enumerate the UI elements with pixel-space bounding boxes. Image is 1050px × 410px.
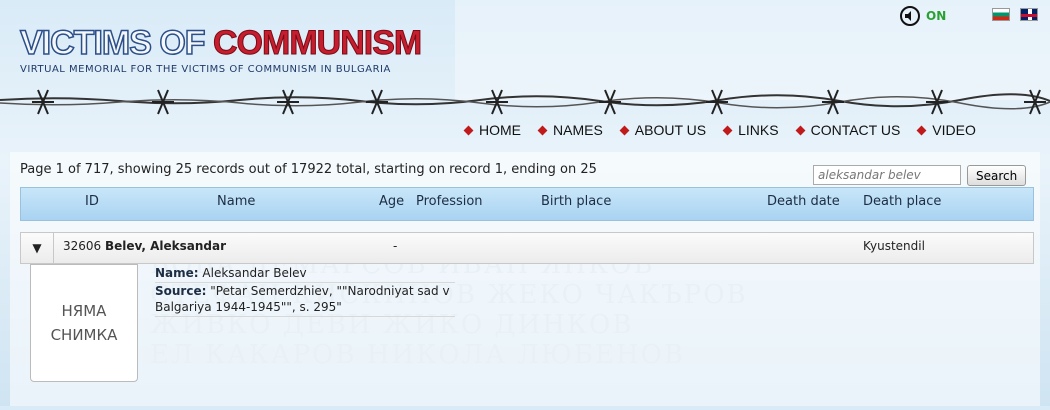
nav-label: ABOUT US — [634, 122, 707, 138]
photo-placeholder-line2: СНИМКА — [50, 326, 118, 344]
nav-contact-us[interactable]: CONTACT US — [795, 122, 901, 138]
table-row[interactable]: ▼ 32606 Belev, Aleksandar - Kyustendil — [20, 232, 1034, 264]
bullet-icon — [537, 125, 548, 135]
column-header-profession[interactable]: Profession — [416, 194, 483, 209]
nav-label: NAMES — [553, 122, 603, 138]
cell-name: Belev, Aleksandar — [105, 239, 227, 253]
main-navigation: HOME NAMES ABOUT US LINKS CONTACT US VID… — [463, 122, 976, 138]
nav-links[interactable]: LINKS — [722, 122, 779, 138]
language-switcher — [992, 8, 1038, 21]
column-header-id[interactable]: ID — [85, 194, 99, 209]
nav-about-us[interactable]: ABOUT US — [619, 122, 707, 138]
sound-toggle[interactable]: ON — [900, 6, 946, 26]
logo-title: VICTIMS OF COMMUNISM — [19, 23, 422, 63]
bullet-icon — [463, 125, 474, 135]
bullet-icon — [722, 125, 733, 135]
nav-video[interactable]: VIDEO — [916, 122, 976, 138]
cell-id: 32606 — [63, 239, 102, 253]
uk-flag-icon[interactable] — [1020, 8, 1038, 21]
column-header-age[interactable]: Age — [379, 194, 404, 209]
table-header: ID Name Age Profession Birth place Death… — [20, 187, 1034, 221]
column-header-name[interactable]: Name — [217, 194, 255, 209]
detail-name-value: Aleksandar Belev — [202, 266, 307, 280]
detail-name-label: Name: — [155, 266, 199, 280]
search-button[interactable]: Search — [967, 165, 1027, 186]
bullet-icon — [916, 125, 927, 135]
search-input[interactable] — [813, 165, 961, 185]
logo-subtitle: VIRTUAL MEMORIAL FOR THE VICTIMS OF COMM… — [20, 64, 391, 75]
bullet-icon — [619, 125, 630, 135]
detail-source-line: Source: "Petar Semerdzhiev, ""Narodniyat… — [155, 283, 455, 317]
cell-age: - — [393, 239, 398, 253]
nav-home[interactable]: HOME — [463, 122, 521, 138]
nav-label: CONTACT US — [810, 122, 901, 138]
record-details: Name: Aleksandar Belev Source: "Petar Se… — [155, 265, 455, 317]
speaker-icon — [900, 6, 920, 26]
barbed-wire-decoration — [0, 89, 1050, 115]
cell-death-place: Kyustendil — [863, 239, 925, 253]
column-header-death-place[interactable]: Death place — [863, 194, 941, 209]
nav-names[interactable]: NAMES — [537, 122, 603, 138]
nav-label: VIDEO — [932, 122, 976, 138]
column-header-birth-place[interactable]: Birth place — [541, 194, 611, 209]
bg-flag-icon[interactable] — [992, 8, 1010, 21]
site-logo[interactable]: VICTIMS OF COMMUNISM VIRTUAL MEMORIAL FO… — [19, 23, 422, 75]
detail-name-line: Name: Aleksandar Belev — [155, 265, 455, 283]
pagination-summary: Page 1 of 717, showing 25 records out of… — [20, 162, 597, 177]
search-form: Search — [813, 165, 1027, 186]
no-photo-placeholder: НЯМА СНИМКА — [30, 264, 138, 382]
nav-label: LINKS — [738, 122, 779, 138]
column-header-death-date[interactable]: Death date — [767, 194, 840, 209]
detail-source-label: Source: — [155, 284, 207, 298]
nav-label: HOME — [479, 122, 521, 138]
collapse-triangle-icon[interactable]: ▼ — [21, 233, 54, 263]
photo-placeholder-line1: НЯМА — [61, 302, 107, 320]
bullet-icon — [795, 125, 806, 135]
sound-status-label: ON — [926, 9, 947, 23]
